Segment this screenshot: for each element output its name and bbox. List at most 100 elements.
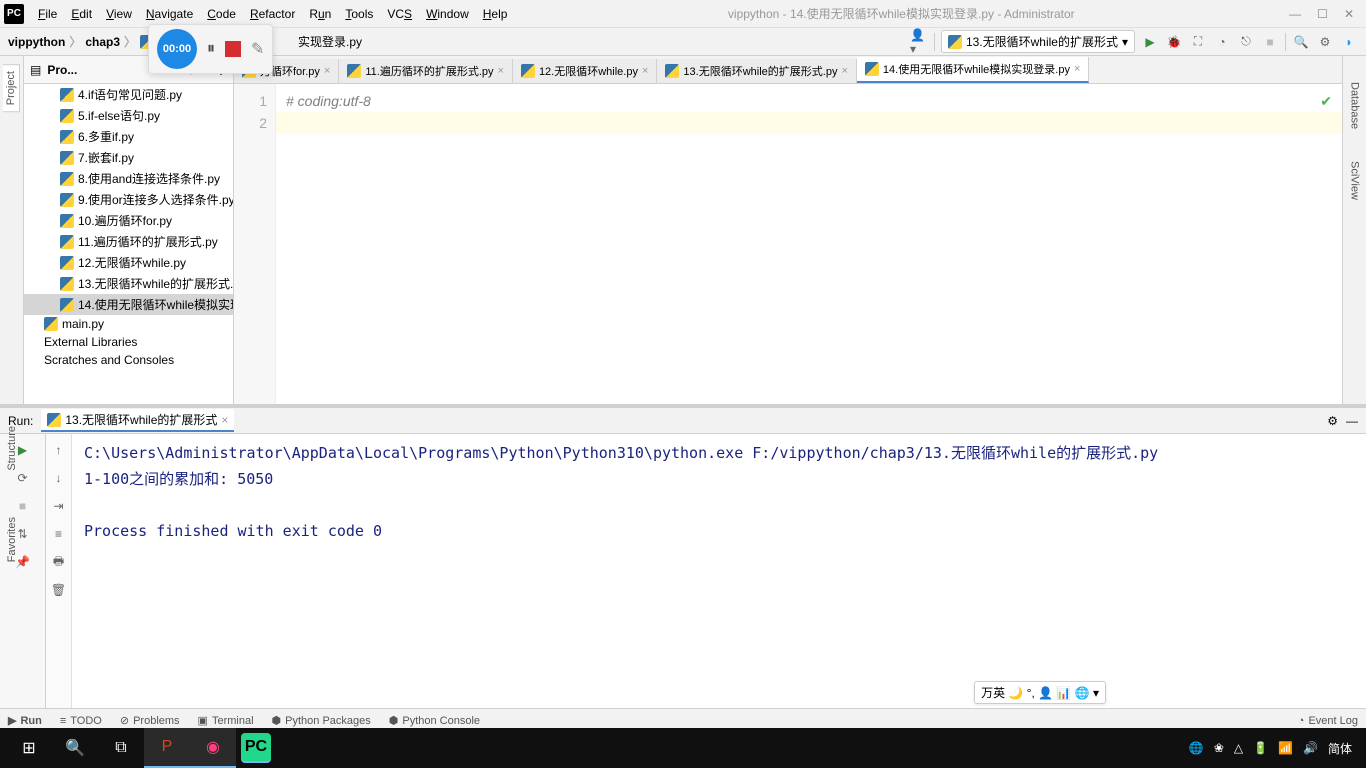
menu-code[interactable]: Code xyxy=(201,5,242,23)
chevron-down-icon: ▾ xyxy=(1122,35,1128,49)
pause-icon[interactable]: ⏸ xyxy=(207,40,215,58)
language-indicator[interactable]: 简体 xyxy=(1328,740,1352,757)
user-icon[interactable]: 👤▾ xyxy=(910,33,928,51)
project-file-item[interactable]: 10.遍历循环for.py xyxy=(24,210,233,231)
code-area[interactable]: # coding:utf-8 ✔ xyxy=(276,84,1342,404)
editor-tab[interactable]: 12.无限循环while.py× xyxy=(513,59,657,83)
project-file-item[interactable]: 6.多重if.py xyxy=(24,126,233,147)
print-icon[interactable]: 🖶 xyxy=(49,552,69,572)
menu-help[interactable]: Help xyxy=(477,5,514,23)
search-icon[interactable]: 🔍 xyxy=(1292,33,1310,51)
run-tab[interactable]: 13.无限循环while的扩展形式 × xyxy=(41,409,234,432)
minimize-icon[interactable]: — xyxy=(1289,7,1301,21)
powerpoint-taskbar-icon[interactable]: P xyxy=(144,728,190,768)
database-tool-tab[interactable]: Database xyxy=(1347,76,1363,135)
menu-vcs[interactable]: VCS xyxy=(381,5,418,23)
project-file-item[interactable]: 5.if-else语句.py xyxy=(24,105,233,126)
tray-icon[interactable]: △ xyxy=(1234,741,1243,755)
maximize-icon[interactable]: ☐ xyxy=(1317,7,1328,21)
coverage-icon[interactable]: ⛶ xyxy=(1189,33,1207,51)
collapse-icon[interactable]: ▤ xyxy=(30,63,41,77)
structure-tool-tab[interactable]: Structure xyxy=(4,420,20,477)
settings-icon[interactable]: ⚙ xyxy=(1316,33,1334,51)
python-file-icon xyxy=(60,172,74,186)
todo-tool-button[interactable]: ≡ TODO xyxy=(60,715,102,727)
concurrency-icon[interactable]: ⎋ xyxy=(1237,33,1255,51)
menu-navigate[interactable]: Navigate xyxy=(140,5,199,23)
close-icon[interactable]: ✕ xyxy=(1344,7,1354,21)
project-file-item[interactable]: 13.无限循环while的扩展形式.py xyxy=(24,273,233,294)
editor-tab[interactable]: 13.无限循环while的扩展形式.py× xyxy=(657,59,856,83)
run-tool-button[interactable]: ▶ Run xyxy=(8,714,42,727)
python-console-tool-button[interactable]: ⬢ Python Console xyxy=(389,714,480,727)
close-icon[interactable]: × xyxy=(221,413,228,427)
pycharm-taskbar-icon[interactable]: PC xyxy=(241,733,271,763)
tray-icon[interactable]: ❀ xyxy=(1214,741,1224,755)
volume-icon[interactable]: 🔊 xyxy=(1303,741,1318,755)
screen-recorder-overlay[interactable]: 00:00 ⏸ ✎ xyxy=(148,24,273,74)
stop-record-icon[interactable] xyxy=(225,41,241,57)
project-file-item[interactable]: 8.使用and连接选择条件.py xyxy=(24,168,233,189)
stop-icon[interactable]: ■ xyxy=(1261,33,1279,51)
tray-icon[interactable]: 📶 xyxy=(1278,741,1293,755)
close-icon[interactable]: × xyxy=(642,65,648,77)
search-button[interactable]: 🔍 xyxy=(52,728,98,768)
menu-run[interactable]: Run xyxy=(303,5,337,23)
hide-icon[interactable]: — xyxy=(1346,414,1358,428)
run-config-selector[interactable]: 13.无限循环while的扩展形式 ▾ xyxy=(941,30,1135,53)
annotate-icon[interactable]: ✎ xyxy=(251,39,264,59)
down-icon[interactable]: ↓ xyxy=(49,468,69,488)
sciview-tool-tab[interactable]: SciView xyxy=(1347,155,1363,206)
project-tree[interactable]: 4.if语句常见问题.py5.if-else语句.py6.多重if.py7.嵌套… xyxy=(24,84,233,404)
up-icon[interactable]: ↑ xyxy=(49,440,69,460)
menu-tools[interactable]: Tools xyxy=(339,5,379,23)
debug-icon[interactable]: 🐞 xyxy=(1165,33,1183,51)
close-icon[interactable]: × xyxy=(841,65,847,77)
profile-icon[interactable]: ◔ xyxy=(1213,33,1231,51)
project-root-item[interactable]: main.py xyxy=(24,315,233,333)
tray-icon[interactable]: 🔋 xyxy=(1253,741,1268,755)
problems-tool-button[interactable]: ⊘ Problems xyxy=(120,714,180,727)
project-file-item[interactable]: 7.嵌套if.py xyxy=(24,147,233,168)
scroll-icon[interactable]: ≡ xyxy=(49,524,69,544)
editor-content[interactable]: 1 2 # coding:utf-8 ✔ xyxy=(234,84,1342,404)
menu-view[interactable]: View xyxy=(100,5,138,23)
editor-tab[interactable]: 14.使用无限循环while模拟实现登录.py× xyxy=(857,57,1089,83)
project-file-item[interactable]: 9.使用or连接多人选择条件.py xyxy=(24,189,233,210)
close-icon[interactable]: × xyxy=(1074,63,1080,75)
start-button[interactable]: ⊞ xyxy=(6,728,52,768)
chevron-right-icon: 〉 xyxy=(124,33,136,50)
project-root-item[interactable]: External Libraries xyxy=(24,333,233,351)
app-taskbar-icon[interactable]: ◉ xyxy=(190,728,236,768)
clear-icon[interactable]: 🗑 xyxy=(49,580,69,600)
editor-tab[interactable]: 11.遍历循环的扩展形式.py× xyxy=(339,59,513,83)
run-icon[interactable]: ▶ xyxy=(1141,33,1159,51)
breadcrumb-folder[interactable]: chap3 xyxy=(85,35,120,49)
menu-refactor[interactable]: Refactor xyxy=(244,5,301,23)
console-output[interactable]: C:\Users\Administrator\AppData\Local\Pro… xyxy=(72,434,1366,708)
packages-tool-button[interactable]: ⬢ Python Packages xyxy=(272,714,371,727)
project-tool-tab[interactable]: Project xyxy=(3,64,20,112)
tray-icon[interactable]: 🌐 xyxy=(1189,741,1204,755)
ime-toolbar[interactable]: 万英 🌙 °, 👤 📊 🌐 ▾ xyxy=(974,681,1106,704)
project-file-item[interactable]: 14.使用无限循环while模拟实现登 xyxy=(24,294,233,315)
event-log-button[interactable]: ◔ Event Log xyxy=(1298,715,1358,727)
project-file-item[interactable]: 4.if语句常见问题.py xyxy=(24,84,233,105)
project-root-item[interactable]: Scratches and Consoles xyxy=(24,351,233,369)
breadcrumb-file[interactable]: 实现登录.py xyxy=(298,33,362,50)
close-icon[interactable]: × xyxy=(324,65,330,77)
favorites-tool-tab[interactable]: Favorites xyxy=(4,511,20,568)
project-file-item[interactable]: 11.遍历循环的扩展形式.py xyxy=(24,231,233,252)
learn-icon[interactable]: ◗ xyxy=(1340,33,1358,51)
soft-wrap-icon[interactable]: ⇥ xyxy=(49,496,69,516)
settings-icon[interactable]: ⚙ xyxy=(1327,414,1338,428)
close-icon[interactable]: × xyxy=(498,65,504,77)
menu-window[interactable]: Window xyxy=(420,5,475,23)
menu-file[interactable]: File xyxy=(32,5,63,23)
task-view-button[interactable]: ⧉ xyxy=(98,728,144,768)
terminal-tool-button[interactable]: ▣ Terminal xyxy=(198,714,254,727)
menu-edit[interactable]: Edit xyxy=(65,5,98,23)
run-body: ▶ ⟳ ■ ⇅ 📌 ↑ ↓ ⇥ ≡ 🖶 🗑 C:\Users\Administr… xyxy=(0,434,1366,708)
breadcrumb-root[interactable]: vippython xyxy=(8,35,65,49)
project-file-item[interactable]: 12.无限循环while.py xyxy=(24,252,233,273)
